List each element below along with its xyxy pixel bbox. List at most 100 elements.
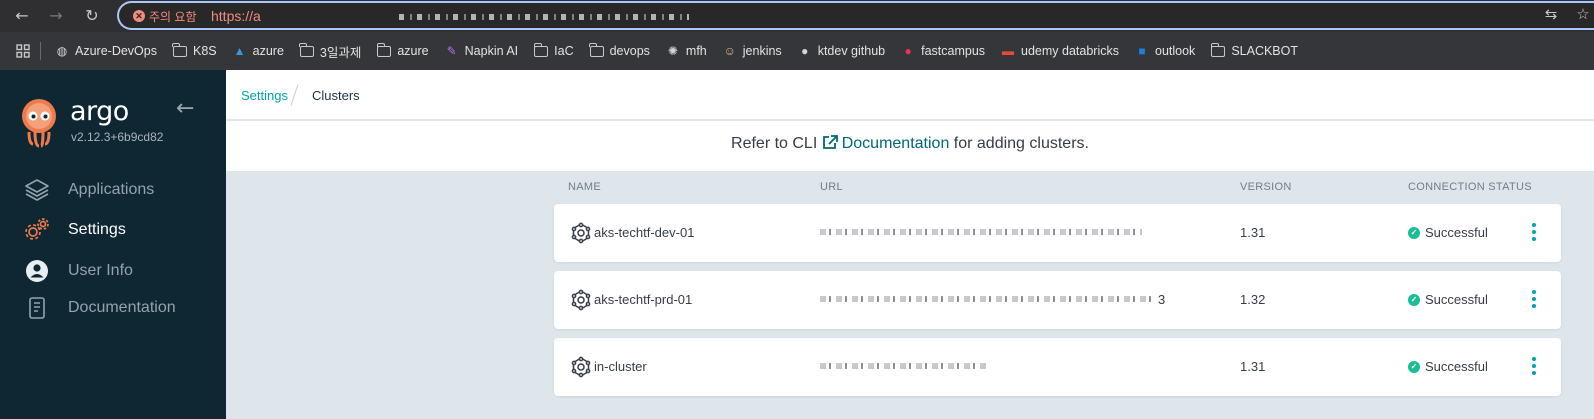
bookmark-outlook[interactable]: ■ outlook — [1135, 44, 1195, 58]
connection-status-label: Successful — [1425, 225, 1488, 240]
bookmark-mfh[interactable]: ✺ mfh — [666, 44, 707, 58]
forward-arrow-icon[interactable]: → — [46, 6, 66, 26]
cluster-url-redacted — [820, 229, 1142, 235]
external-link-icon — [822, 135, 838, 149]
connection-status-label: Successful — [1425, 359, 1488, 374]
bookmark-slackbot[interactable]: SLACKBOT — [1210, 42, 1298, 58]
column-header-url: URL — [820, 181, 843, 193]
bookmark-ktdev-github[interactable]: ● ktdev github — [798, 44, 885, 58]
globe-icon: ◍ — [56, 44, 68, 58]
more-options-icon[interactable] — [1530, 357, 1538, 377]
sidebar-item-label: Settings — [68, 221, 126, 238]
sidebar-item-applications[interactable]: Applications — [22, 176, 154, 204]
bookmark-label: Napkin AI — [464, 44, 519, 58]
breadcrumb-settings-link[interactable]: Settings — [241, 88, 288, 103]
sidebar: argo v2.12.3+6b9cd82 ← Applications Sett… — [0, 70, 226, 419]
brand-name: argo — [70, 96, 129, 127]
bookmark-label: azure — [397, 44, 429, 58]
browser-toolbar: ← → ↻ ✕ 주의 요함 https://a ⇆ ☆ — [0, 0, 1594, 32]
sidebar-item-documentation[interactable]: Documentation — [22, 294, 176, 322]
column-header-connection-status: CONNECTION STATUS — [1408, 181, 1532, 193]
gears-icon — [22, 216, 52, 244]
app-version: v2.12.3+6b9cd82 — [71, 130, 164, 144]
bookmark-azure-devops[interactable]: ◍ Azure-DevOps — [55, 44, 157, 58]
bookmark-fastcampus[interactable]: ● fastcampus — [901, 44, 985, 58]
bookmark-azure[interactable]: ▲ azure — [233, 44, 284, 58]
table-row[interactable]: aks-techtf-dev-01 1.31 ✓ Successful — [554, 204, 1561, 262]
bookmark-k8s[interactable]: K8S — [172, 42, 217, 58]
bookmark-udemy-databricks[interactable]: ▬ udemy databricks — [1001, 44, 1119, 58]
github-icon: ● — [801, 44, 809, 58]
bookmark-3일과제[interactable]: 3일과제 — [299, 42, 362, 61]
breadcrumb-current: Clusters — [312, 88, 360, 103]
documentation-link-label: Documentation — [841, 135, 950, 152]
bookmark-napkin-ai[interactable]: ✎ Napkin AI — [445, 44, 519, 58]
cluster-version: 1.31 — [1240, 225, 1266, 240]
outlook-icon: ■ — [1138, 44, 1146, 58]
info-text-after: for adding clusters. — [949, 135, 1089, 152]
cluster-version: 1.31 — [1240, 359, 1266, 374]
cluster-url-redacted — [820, 363, 986, 369]
sidebar-item-settings[interactable]: Settings — [22, 216, 126, 244]
more-options-icon[interactable] — [1530, 223, 1538, 243]
cluster-name: aks-techtf-dev-01 — [594, 225, 695, 240]
folder-icon — [533, 42, 549, 57]
book-icon — [22, 294, 52, 322]
address-bar[interactable]: ✕ 주의 요함 https://a — [117, 1, 1594, 30]
fastcampus-icon: ● — [904, 44, 912, 58]
collapse-arrow-icon[interactable]: ← — [176, 96, 194, 121]
udemy-icon: ▬ — [1002, 44, 1015, 58]
sidebar-item-label: Documentation — [68, 299, 176, 316]
bookmark-iac[interactable]: IaC — [533, 42, 574, 58]
bookmark-azure[interactable]: azure — [376, 42, 429, 58]
connection-status-label: Successful — [1425, 292, 1488, 307]
sidebar-item-label: Applications — [68, 181, 155, 198]
bookmark-label: IaC — [554, 44, 574, 58]
check-circle-icon: ✓ — [1408, 293, 1420, 306]
folder-icon — [1210, 42, 1226, 57]
cli-info-banner: Refer to CLI Documentation for adding cl… — [226, 121, 1594, 171]
jenkins-icon: ☺ — [723, 44, 736, 58]
connection-status: ✓ Successful — [1408, 359, 1488, 374]
column-header-version: VERSION — [1240, 181, 1292, 193]
bookmark-label: K8S — [192, 44, 217, 58]
folder-icon — [376, 42, 392, 57]
url-redacted — [399, 14, 689, 20]
folder-icon — [299, 42, 314, 57]
bookmark-label: ktdev github — [817, 44, 886, 58]
sidebar-item-user-info[interactable]: User Info — [22, 257, 133, 285]
back-arrow-icon[interactable]: ← — [12, 6, 32, 26]
bookmark-label: jenkins — [742, 44, 782, 58]
url-text: https://a — [211, 8, 261, 24]
apps-grid-icon[interactable] — [16, 44, 30, 58]
connection-status: ✓ Successful — [1408, 225, 1488, 240]
url-prefix: https://a — [211, 8, 261, 24]
check-circle-icon: ✓ — [1408, 226, 1420, 239]
star-icon[interactable]: ☆ — [1572, 4, 1594, 26]
bookmarks-divider — [40, 42, 41, 60]
bookmark-label: devops — [609, 44, 650, 58]
user-icon — [22, 257, 52, 285]
table-row[interactable]: in-cluster 1.31 ✓ Successful — [554, 338, 1561, 396]
more-options-icon[interactable] — [1530, 290, 1538, 310]
azure-icon: ▲ — [233, 44, 246, 58]
cluster-name: in-cluster — [594, 359, 647, 374]
documentation-link[interactable]: Documentation — [822, 135, 950, 152]
check-circle-icon: ✓ — [1408, 360, 1420, 373]
bookmark-jenkins[interactable]: ☺ jenkins — [723, 44, 782, 58]
cluster-url-suffix: 3 — [1158, 292, 1166, 307]
bookmark-label: 3일과제 — [319, 45, 362, 60]
bookmarks-bar: ◍ Azure-DevOps K8S ▲ azure 3일과제 azure ✎ Napkin A… — [0, 32, 1594, 70]
table-row[interactable]: aks-techtf-prd-01 3 1.32 ✓ Successful — [554, 271, 1561, 329]
reload-icon[interactable]: ↻ — [82, 6, 102, 26]
napkin-icon: ✎ — [446, 44, 457, 58]
bookmark-devops[interactable]: devops — [589, 42, 650, 58]
openai-icon: ✺ — [667, 44, 678, 58]
translate-icon[interactable]: ⇆ — [1540, 4, 1562, 26]
info-text-before: Refer to CLI — [731, 135, 822, 152]
security-warning-chip[interactable]: ✕ 주의 요함 — [133, 7, 197, 25]
bookmark-label: mfh — [685, 44, 707, 58]
bookmark-label: udemy databricks — [1021, 44, 1119, 58]
bookmark-label: outlook — [1155, 44, 1196, 58]
cluster-icon — [570, 356, 592, 378]
